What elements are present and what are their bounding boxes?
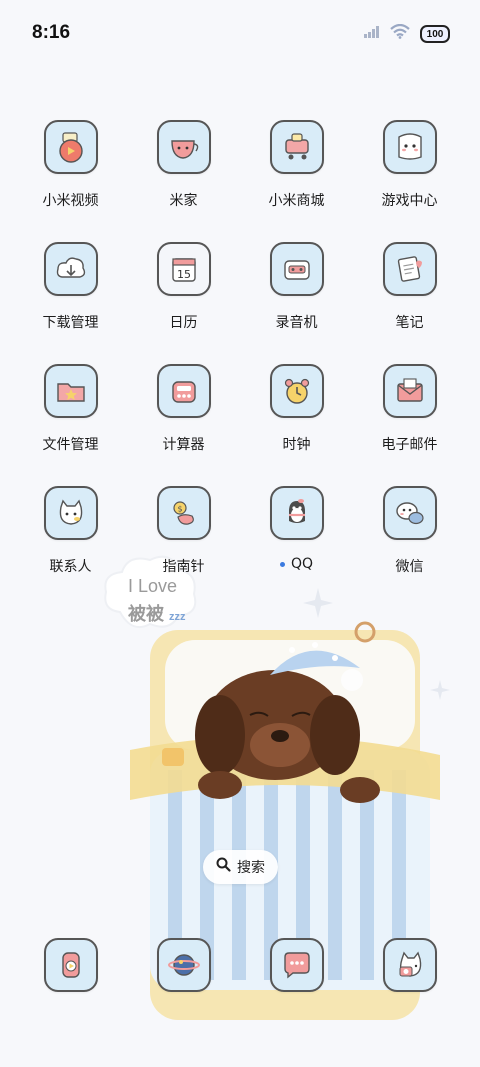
shopping-cart-icon[interactable] — [269, 120, 324, 174]
signal-icon — [364, 25, 380, 43]
qq-penguin-icon[interactable] — [269, 486, 324, 540]
teacup-home-icon[interactable] — [156, 120, 211, 174]
search-label: 搜索 — [237, 860, 265, 876]
app-label: QQ — [290, 556, 314, 572]
dock-messages[interactable] — [240, 938, 353, 992]
app-label-qq: QQ — [279, 556, 314, 572]
wechat-icon[interactable] — [382, 486, 437, 540]
app-compass[interactable]: $ 指南针 — [127, 486, 240, 608]
folder-icon[interactable] — [43, 364, 98, 418]
apple-video-icon[interactable] — [43, 120, 98, 174]
app-label: 时钟 — [282, 437, 311, 453]
download-cloud-icon[interactable] — [43, 242, 98, 296]
app-calendar[interactable]: 15 日历 — [127, 242, 240, 364]
alarm-clock-icon[interactable] — [269, 364, 324, 418]
calculator-icon[interactable] — [156, 364, 211, 418]
app-label: 下载管理 — [42, 315, 99, 331]
app-grid: 小米视频 米家 小米商城 游戏中心 下载管理 15 日历 录音机 笔记 文件管理… — [14, 120, 466, 608]
app-xiaomi-video[interactable]: 小米视频 — [14, 120, 127, 242]
video-player-icon[interactable] — [43, 938, 98, 992]
app-qq[interactable]: QQ — [240, 486, 353, 608]
dock-camera[interactable] — [353, 938, 466, 992]
mail-icon[interactable] — [382, 364, 437, 418]
app-downloads[interactable]: 下载管理 — [14, 242, 127, 364]
search-button[interactable]: 搜索 — [203, 850, 278, 884]
app-clock[interactable]: 时钟 — [240, 364, 353, 486]
app-recorder[interactable]: 录音机 — [240, 242, 353, 364]
recorder-icon[interactable] — [269, 242, 324, 296]
app-wechat[interactable]: 微信 — [353, 486, 466, 608]
svg-text:$: $ — [177, 505, 182, 514]
app-label: 电子邮件 — [381, 437, 438, 453]
app-mijia[interactable]: 米家 — [127, 120, 240, 242]
app-label: 微信 — [395, 559, 424, 575]
status-icons: 100 — [364, 23, 450, 44]
app-label: 小米商城 — [268, 193, 325, 209]
app-label: 指南针 — [162, 559, 205, 575]
camera-icon[interactable] — [382, 938, 437, 992]
app-notes[interactable]: 笔记 — [353, 242, 466, 364]
app-file-manager[interactable]: 文件管理 — [14, 364, 127, 486]
app-row-4: 联系人 $ 指南针 QQ 微信 — [14, 486, 466, 608]
clock-time: 8:16 — [32, 22, 71, 43]
wifi-icon — [390, 23, 410, 44]
app-label: 计算器 — [162, 437, 205, 453]
calendar-day: 15 — [177, 268, 191, 281]
dock — [14, 938, 466, 992]
app-label: 米家 — [169, 193, 198, 209]
app-label: 日历 — [169, 315, 198, 331]
zzz-text: zzz — [169, 611, 186, 623]
app-xiaomi-mall[interactable]: 小米商城 — [240, 120, 353, 242]
app-label: 录音机 — [275, 315, 318, 331]
app-game-center[interactable]: 游戏中心 — [353, 120, 466, 242]
app-label: 小米视频 — [42, 193, 99, 209]
app-contacts[interactable]: 联系人 — [14, 486, 127, 608]
ghost-game-icon[interactable] — [382, 120, 437, 174]
new-install-dot — [279, 561, 285, 567]
app-label: 笔记 — [395, 315, 424, 331]
compass-icon[interactable]: $ — [156, 486, 211, 540]
app-calculator[interactable]: 计算器 — [127, 364, 240, 486]
app-label: 文件管理 — [42, 437, 99, 453]
app-row-3: 文件管理 计算器 时钟 电子邮件 — [14, 364, 466, 486]
browser-planet-icon[interactable] — [156, 938, 211, 992]
dock-browser[interactable] — [127, 938, 240, 992]
contacts-cat-icon[interactable] — [43, 486, 98, 540]
status-bar: 8:16 100 — [0, 0, 480, 68]
battery-icon: 100 — [420, 25, 450, 43]
calendar-icon[interactable]: 15 — [156, 242, 211, 296]
notes-icon[interactable] — [382, 242, 437, 296]
app-row-1: 小米视频 米家 小米商城 游戏中心 — [14, 120, 466, 242]
app-label: 游戏中心 — [381, 193, 438, 209]
search-icon — [216, 857, 231, 877]
messages-icon[interactable] — [269, 938, 324, 992]
app-label: 联系人 — [49, 559, 92, 575]
dock-video[interactable] — [14, 938, 127, 992]
app-row-2: 下载管理 15 日历 录音机 笔记 — [14, 242, 466, 364]
app-email[interactable]: 电子邮件 — [353, 364, 466, 486]
